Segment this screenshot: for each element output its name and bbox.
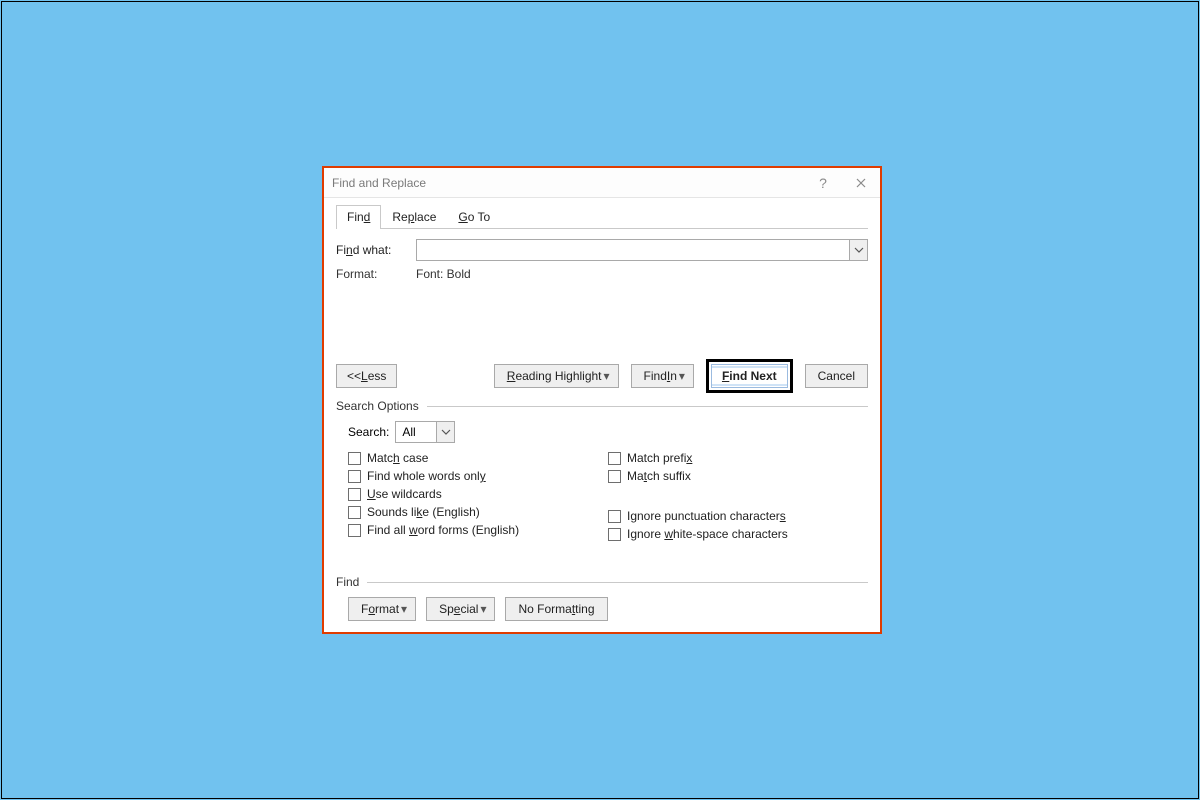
match-prefix-checkbox[interactable]: Match prefix: [608, 451, 868, 465]
find-actions: Format Special No Formatting: [348, 597, 868, 621]
reading-highlight-button[interactable]: Reading Highlight: [494, 364, 619, 388]
find-what-row: Find what:: [336, 239, 868, 261]
format-row: Format: Font: Bold: [336, 267, 868, 281]
search-options-group: Search Options Search: All Match case: [336, 399, 868, 541]
close-icon: [856, 178, 866, 188]
titlebar: Find and Replace ?: [324, 168, 880, 198]
app-frame: Find and Replace ? Find Replace Go To Fi…: [1, 1, 1199, 799]
cancel-button[interactable]: Cancel: [805, 364, 868, 388]
ignore-whitespace-checkbox[interactable]: Ignore white-space characters: [608, 527, 868, 541]
checkbox-icon: [348, 452, 361, 465]
match-case-checkbox[interactable]: Match case: [348, 451, 608, 465]
find-group-title: Find: [336, 575, 868, 589]
dialog-title: Find and Replace: [332, 176, 804, 190]
find-group-label: Find: [336, 575, 359, 589]
whole-words-checkbox[interactable]: Find whole words only: [348, 469, 608, 483]
format-label: Format:: [336, 267, 416, 281]
all-word-forms-checkbox[interactable]: Find all word forms (English): [348, 523, 608, 537]
search-direction-row: Search: All: [348, 421, 868, 443]
find-what-dropdown[interactable]: [849, 240, 867, 260]
search-direction-select[interactable]: All: [395, 421, 455, 443]
search-direction-label: Search:: [348, 425, 389, 439]
spacer: [608, 487, 868, 505]
close-button[interactable]: [842, 168, 880, 197]
chevron-down-icon: [441, 427, 451, 437]
search-options-title: Search Options: [336, 399, 868, 413]
options-col-left: Match case Find whole words only Use wil…: [348, 451, 608, 541]
no-formatting-button[interactable]: No Formatting: [505, 597, 607, 621]
action-buttons: << Less Reading Highlight Find In Find N…: [336, 359, 868, 393]
ignore-punctuation-checkbox[interactable]: Ignore punctuation characters: [608, 509, 868, 523]
find-what-label: Find what:: [336, 243, 416, 257]
help-button[interactable]: ?: [804, 168, 842, 197]
window-controls: ?: [804, 168, 880, 197]
options-columns: Match case Find whole words only Use wil…: [348, 451, 868, 541]
tab-goto[interactable]: Go To: [447, 205, 501, 229]
format-button[interactable]: Format: [348, 597, 416, 621]
find-next-button[interactable]: Find Next: [711, 364, 788, 388]
find-group: Find Format Special No Formatting: [336, 575, 868, 621]
tab-replace[interactable]: Replace: [381, 205, 447, 229]
use-wildcards-checkbox[interactable]: Use wildcards: [348, 487, 608, 501]
checkbox-icon: [608, 510, 621, 523]
search-direction-dropdown[interactable]: [436, 422, 454, 442]
tabstrip: Find Replace Go To: [336, 204, 868, 229]
find-replace-dialog: Find and Replace ? Find Replace Go To Fi…: [322, 166, 882, 634]
checkbox-icon: [608, 452, 621, 465]
checkbox-icon: [348, 488, 361, 501]
checkbox-icon: [348, 506, 361, 519]
divider: [367, 582, 868, 583]
find-in-button[interactable]: Find In: [631, 364, 694, 388]
checkbox-icon: [608, 470, 621, 483]
find-next-highlight: Find Next: [706, 359, 793, 393]
find-what-field[interactable]: [416, 239, 868, 261]
checkbox-icon: [608, 528, 621, 541]
divider: [427, 406, 868, 407]
search-direction-value: All: [396, 422, 436, 442]
checkbox-icon: [348, 470, 361, 483]
sounds-like-checkbox[interactable]: Sounds like (English): [348, 505, 608, 519]
tab-find[interactable]: Find: [336, 205, 381, 229]
find-what-input[interactable]: [417, 240, 849, 260]
format-value: Font: Bold: [416, 267, 471, 281]
chevron-down-icon: [854, 245, 864, 255]
match-suffix-checkbox[interactable]: Match suffix: [608, 469, 868, 483]
checkbox-icon: [348, 524, 361, 537]
search-options-label: Search Options: [336, 399, 419, 413]
special-button[interactable]: Special: [426, 597, 495, 621]
less-button[interactable]: << Less: [336, 364, 397, 388]
options-col-right: Match prefix Match suffix Ignore punctua…: [608, 451, 868, 541]
spacer: [336, 285, 868, 359]
spacer: [336, 541, 868, 575]
dialog-content: Find Replace Go To Find what: Format: Fo…: [324, 198, 880, 633]
